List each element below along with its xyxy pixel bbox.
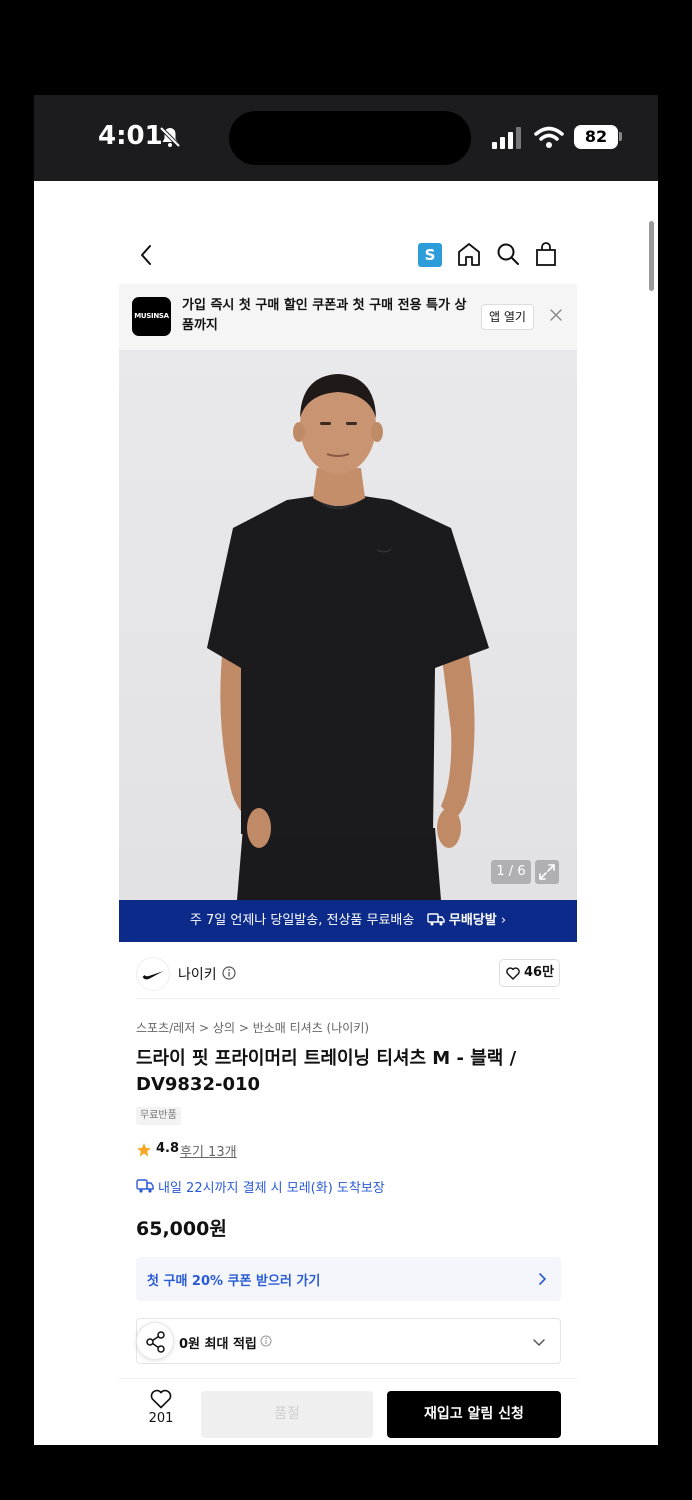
review-link[interactable]: 후기 13개 (180, 1141, 237, 1160)
restock-alert-button[interactable]: 재입고 알림 신청 (387, 1391, 561, 1438)
product-photo (207, 374, 489, 900)
points-label: 0원 최대 적립 (179, 1337, 257, 1352)
coupon-label: 첫 구매 20% 쿠폰 받으러 가기 (147, 1274, 321, 1289)
brand-like-button[interactable]: 46만 (499, 959, 560, 987)
chevron-left-icon[interactable] (135, 242, 159, 268)
product-title: 드라이 핏 프라이머리 트레이닝 티셔츠 M - 블랙 / DV9832-010 (136, 1048, 517, 1095)
breadcrumb[interactable]: 스포츠/레저 > 상의 > 반소매 티셔츠 (나이키) (136, 1019, 369, 1036)
battery-icon: 82 (574, 125, 618, 149)
search-icon[interactable] (495, 240, 521, 268)
s-badge-icon[interactable]: S (418, 243, 442, 267)
wishlist-count: 201 (148, 1411, 174, 1426)
header: S (119, 226, 577, 284)
rating-value: 4.8 (156, 1141, 180, 1156)
status-bar: 4:01 82 (34, 95, 658, 181)
app-download-banner: MUSINSA 가입 즉시 첫 구매 할인 쿠폰과 첫 구매 전용 특가 상품까… (119, 284, 577, 350)
arrival-text: 내일 22시까지 결제 시 모레(화) 도착보장 (158, 1181, 385, 1196)
dynamic-island (229, 111, 471, 165)
browser-page: S MUSINSA 가입 즉시 첫 구매 할인 쿠폰과 첫 구매 전용 특가 상… (34, 181, 658, 1445)
brand-row: 나이키 46만 (136, 953, 560, 999)
expand-icon[interactable] (535, 860, 559, 884)
chevron-right-icon (539, 1273, 547, 1285)
free-return-badge: 무료반품 (136, 1107, 181, 1125)
purchase-bar: 201 품절 재입고 알림 신청 (119, 1378, 577, 1445)
delivery-chevron: › (500, 913, 507, 928)
close-icon[interactable] (547, 306, 565, 324)
bell-slash-icon (159, 126, 181, 148)
musinsa-logo: MUSINSA (132, 297, 171, 336)
delivery-badge: 무배당발 (448, 913, 497, 928)
heart-icon (150, 1389, 172, 1409)
signal-icon (492, 127, 521, 149)
delivery-banner[interactable]: 주 7일 언제나 당일발송, 전상품 무료배송 무배당발 › (119, 900, 577, 942)
scrollbar[interactable] (649, 221, 654, 291)
status-time: 4:01 (98, 121, 163, 151)
delivery-banner-text: 주 7일 언제나 당일발송, 전상품 무료배송 (189, 913, 415, 928)
shopping-bag-icon[interactable] (533, 240, 559, 268)
brand-like-count: 46만 (524, 965, 555, 980)
brand-name[interactable]: 나이키 (178, 964, 217, 984)
chevron-down-icon (533, 1339, 545, 1347)
product-price: 65,000원 (136, 1218, 227, 1240)
truck-icon (427, 913, 445, 926)
wifi-icon (534, 126, 564, 148)
info-icon[interactable] (260, 1335, 272, 1347)
wishlist-button[interactable]: 201 (141, 1385, 181, 1435)
share-button[interactable] (136, 1322, 174, 1360)
heart-icon (506, 967, 520, 980)
nike-logo[interactable] (136, 957, 170, 991)
truck-icon (136, 1179, 154, 1193)
product-image-gallery[interactable]: 1 / 6 (119, 350, 577, 900)
product-page: S MUSINSA 가입 즉시 첫 구매 할인 쿠폰과 첫 구매 전용 특가 상… (119, 226, 577, 1445)
points-row[interactable]: 0원 최대 적립 (136, 1318, 561, 1364)
star-icon (137, 1143, 151, 1157)
banner-text: 가입 즉시 첫 구매 할인 쿠폰과 첫 구매 전용 특가 상품까지 (182, 298, 467, 333)
image-counter: 1 / 6 (491, 860, 531, 884)
info-icon[interactable] (222, 966, 236, 980)
battery-tip (619, 132, 622, 141)
open-app-button[interactable]: 앱 열기 (481, 304, 534, 330)
share-icon (146, 1331, 165, 1353)
coupon-bar[interactable]: 첫 구매 20% 쿠폰 받으러 가기 (136, 1257, 561, 1301)
soldout-button: 품절 (201, 1391, 373, 1438)
home-icon[interactable] (456, 240, 482, 268)
